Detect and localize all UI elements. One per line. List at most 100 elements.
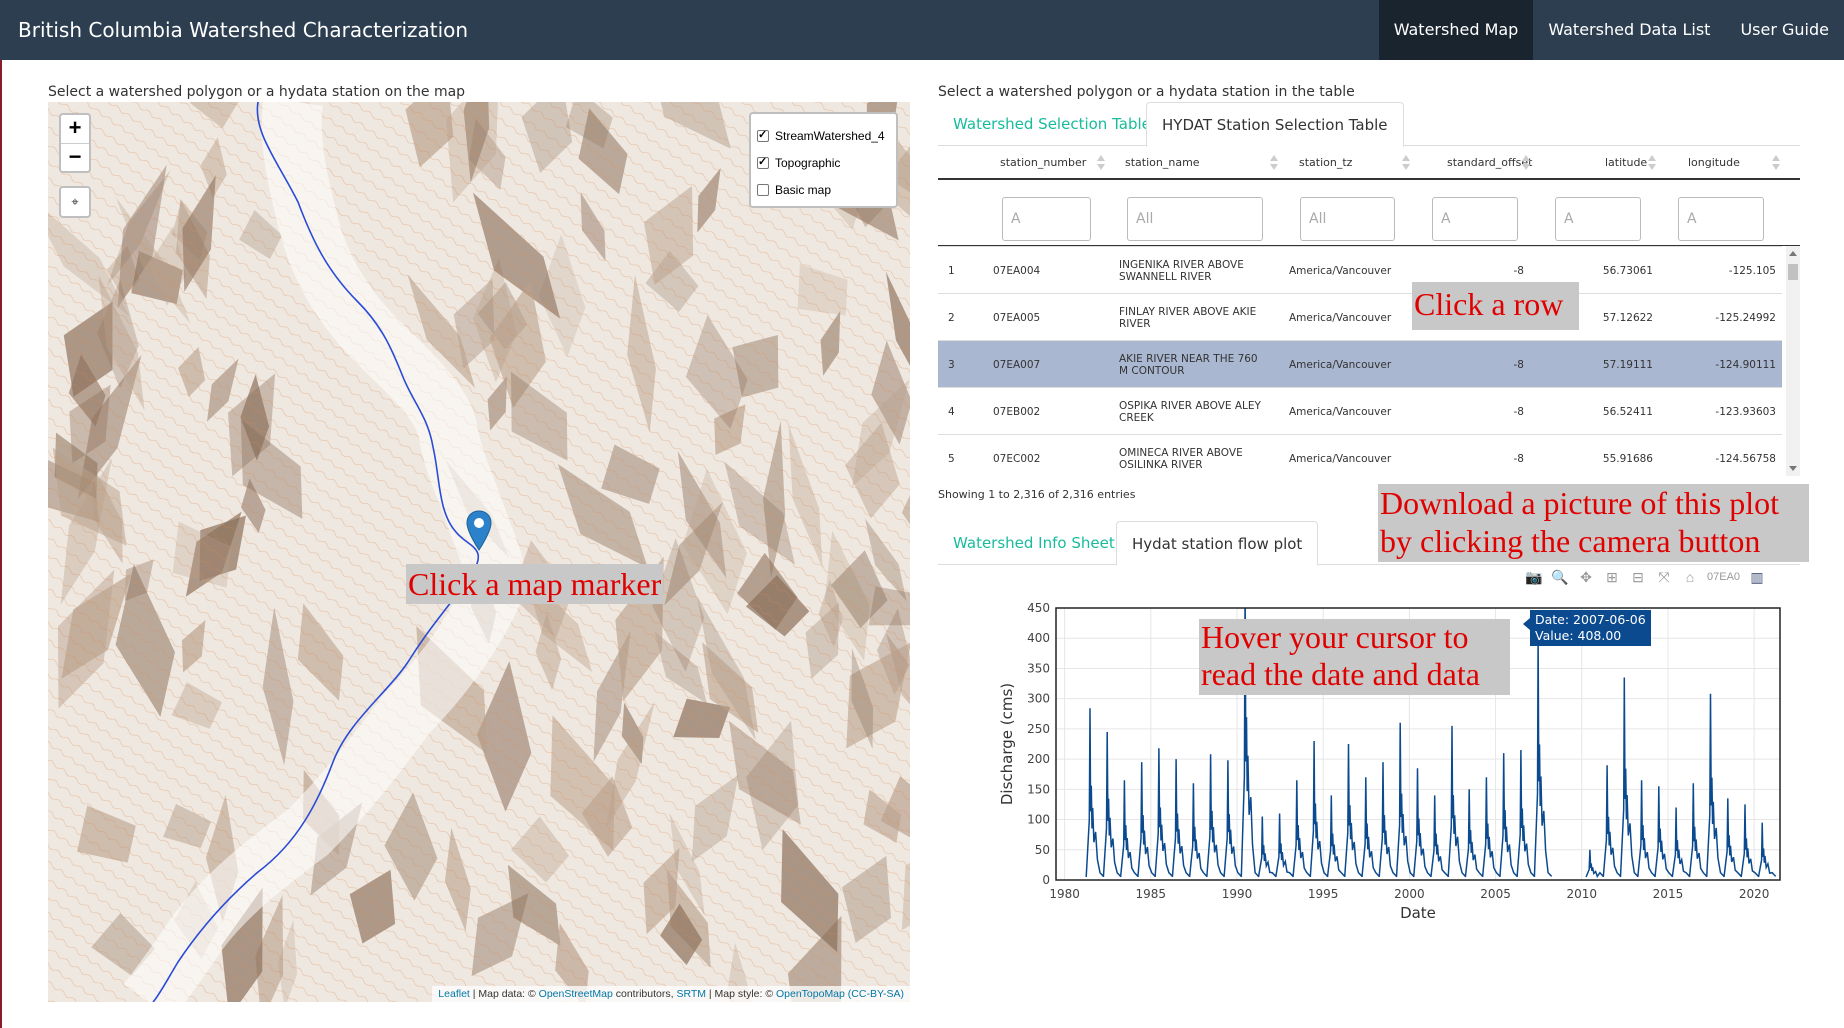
cell-longitude: -125.105 bbox=[1728, 264, 1776, 277]
col-header-latitude[interactable]: latitude bbox=[1605, 146, 1647, 180]
col-header-longitude[interactable]: longitude bbox=[1688, 146, 1740, 180]
filter-station-tz[interactable]: All bbox=[1300, 197, 1395, 241]
cell-station-number: 07EA005 bbox=[993, 311, 1041, 324]
callout-hover: Hover your cursor to read the date and d… bbox=[1199, 619, 1510, 695]
col-label: station_number bbox=[1000, 156, 1087, 169]
nav-tab-watershed-map[interactable]: Watershed Map bbox=[1378, 0, 1534, 60]
plotly-logo-icon[interactable]: ▥ bbox=[1748, 569, 1766, 586]
cell-standard-offset: -8 bbox=[1513, 358, 1524, 371]
y-tick-label: 250 bbox=[1027, 722, 1050, 736]
cell-station-number: 07EA007 bbox=[993, 358, 1041, 371]
x-tick-label: 1980 bbox=[1049, 887, 1080, 901]
tab-watershed-selection-table[interactable]: Watershed Selection Table bbox=[938, 102, 1166, 146]
terrain-layer bbox=[48, 102, 910, 1002]
cell-latitude: 55.91686 bbox=[1602, 452, 1653, 465]
attribution-text: | Map style: © bbox=[706, 988, 776, 1000]
tab-hydat-flow-plot[interactable]: Hydat station flow plot bbox=[1116, 521, 1319, 566]
camera-icon[interactable]: 📷 bbox=[1525, 569, 1543, 586]
filter-station-name[interactable]: All bbox=[1127, 197, 1263, 241]
layer-checkbox-1[interactable] bbox=[757, 128, 769, 142]
col-label: station_tz bbox=[1299, 156, 1353, 169]
zoom-control: + − bbox=[59, 113, 91, 173]
cell-longitude: -125.24992 bbox=[1715, 311, 1776, 324]
reset-view-icon[interactable]: ⌖ bbox=[59, 186, 91, 218]
sort-icon[interactable] bbox=[1772, 155, 1780, 171]
zoom-out-button[interactable]: − bbox=[61, 143, 89, 171]
zoom-in-icon[interactable]: ⊞ bbox=[1603, 569, 1621, 586]
y-axis-title: Discharge (cms) bbox=[998, 683, 1016, 805]
sort-icon[interactable] bbox=[1648, 155, 1656, 171]
callout-line: read the date and data bbox=[1201, 656, 1480, 692]
layer-control: StreamWatershed_4 Topographic Basic map bbox=[749, 112, 898, 208]
zoom-icon[interactable]: 🔍 bbox=[1551, 569, 1569, 586]
zoom-out-icon[interactable]: ⊟ bbox=[1629, 569, 1647, 586]
cell-standard-offset: -8 bbox=[1513, 452, 1524, 465]
station-marker-icon[interactable] bbox=[466, 510, 492, 552]
zoom-in-button[interactable]: + bbox=[61, 115, 89, 143]
cell-station-name: INGENIKA RIVER ABOVE SWANNELL RIVER bbox=[1119, 258, 1244, 283]
table-row[interactable]: 2 07EA005 FINLAY RIVER ABOVE AKIE RIVER Ame… bbox=[938, 293, 1782, 340]
cell-station-number: 07EA004 bbox=[993, 264, 1041, 277]
table-row[interactable]: 3 07EA007 AKIE RIVER NEAR THE 760 M CONTOU… bbox=[938, 340, 1782, 387]
col-header-station-number[interactable]: station_number bbox=[1000, 146, 1086, 180]
sort-icon[interactable] bbox=[1270, 155, 1278, 171]
hover-tooltip: Date: 2007-06-06 Value: 408.00 bbox=[1523, 610, 1651, 646]
nav-tab-user-guide[interactable]: User Guide bbox=[1725, 0, 1844, 60]
leaflet-map[interactable]: + − ⌖ StreamWatershed_4 Topographic Basi… bbox=[48, 102, 910, 1002]
filter-latitude[interactable]: A bbox=[1555, 197, 1641, 241]
nav-tab-watershed-data-list[interactable]: Watershed Data List bbox=[1533, 0, 1725, 60]
scroll-thumb[interactable] bbox=[1788, 264, 1798, 280]
pan-icon[interactable]: ✥ bbox=[1577, 569, 1595, 586]
filter-row: A All All A A A bbox=[938, 180, 1800, 246]
y-tick-label: 400 bbox=[1027, 631, 1050, 645]
cell-station-number: 07EB002 bbox=[993, 405, 1041, 418]
table-row[interactable]: 4 07EB002 OSPIKA RIVER ABOVE ALEY CREEK Ame… bbox=[938, 387, 1782, 434]
osm-link[interactable]: OpenStreetMap bbox=[539, 988, 613, 1000]
plot-modebar: 📷 🔍 ✥ ⊞ ⊟ ⤧ ⌂ 07EA0 ▥ bbox=[1525, 567, 1766, 587]
license-link[interactable]: (CC-BY-SA) bbox=[848, 988, 904, 1000]
col-header-standard-offset[interactable]: standard_offset bbox=[1447, 146, 1532, 180]
leaflet-link[interactable]: Leaflet bbox=[438, 988, 470, 1000]
srtm-link[interactable]: SRTM bbox=[676, 988, 706, 1000]
tab-hydat-station-selection-table[interactable]: HYDAT Station Selection Table bbox=[1146, 102, 1404, 147]
col-label: longitude bbox=[1688, 156, 1740, 169]
sort-icon[interactable] bbox=[1402, 155, 1410, 171]
sort-icon[interactable] bbox=[1522, 155, 1530, 171]
layer-basic-map[interactable]: Basic map bbox=[757, 176, 890, 203]
x-tick-label: 2000 bbox=[1394, 887, 1425, 901]
layer-topographic[interactable]: Topographic bbox=[757, 149, 890, 176]
layer-label: Topographic bbox=[775, 155, 841, 170]
scroll-up-icon[interactable] bbox=[1789, 251, 1797, 256]
col-header-station-name[interactable]: station_name bbox=[1125, 146, 1200, 180]
station-table: station_number station_name station_tz s… bbox=[938, 146, 1800, 476]
x-tick-label: 2015 bbox=[1653, 887, 1684, 901]
home-icon[interactable]: ⌂ bbox=[1681, 569, 1699, 585]
layer-streamwatershed[interactable]: StreamWatershed_4 bbox=[757, 122, 890, 149]
tab-watershed-info-sheet[interactable]: Watershed Info Sheet bbox=[938, 521, 1130, 565]
cell-station-number: 07EC002 bbox=[993, 452, 1041, 465]
y-tick-label: 450 bbox=[1027, 601, 1050, 615]
spike-lines-icon[interactable]: 07EA0 bbox=[1707, 571, 1740, 583]
page-edge bbox=[0, 60, 2, 1028]
filter-station-number[interactable]: A bbox=[1002, 197, 1091, 241]
autoscale-icon[interactable]: ⤧ bbox=[1655, 569, 1673, 586]
attribution-text: | Map data: © bbox=[469, 988, 539, 1000]
cell-latitude: 56.52411 bbox=[1602, 405, 1653, 418]
table-body: 1 07EA004 INGENIKA RIVER ABOVE SWANNELL RI… bbox=[938, 246, 1800, 476]
callout-map-marker: Click a map marker bbox=[406, 564, 664, 604]
table-row[interactable]: 5 07EC002 OMINECA RIVER ABOVE OSILINKA RIV… bbox=[938, 434, 1782, 476]
table-instruction: Select a watershed polygon or a hydata s… bbox=[938, 84, 1355, 100]
cell-station-tz: America/Vancouver bbox=[1289, 358, 1392, 371]
col-header-station-tz[interactable]: station_tz bbox=[1299, 146, 1352, 180]
layer-checkbox-2[interactable] bbox=[757, 155, 769, 169]
table-scrollbar[interactable] bbox=[1786, 246, 1800, 476]
table-row[interactable]: 1 07EA004 INGENIKA RIVER ABOVE SWANNELL RI… bbox=[938, 246, 1782, 293]
y-tick-label: 350 bbox=[1027, 661, 1050, 675]
filter-standard-offset[interactable]: A bbox=[1432, 197, 1518, 241]
opentopomap-link[interactable]: OpenTopoMap bbox=[776, 988, 845, 1000]
scroll-down-icon[interactable] bbox=[1789, 466, 1797, 471]
sort-icon[interactable] bbox=[1097, 155, 1105, 171]
filter-longitude[interactable]: A bbox=[1678, 197, 1764, 241]
attribution-text: contributors, bbox=[612, 988, 677, 1000]
layer-checkbox-3[interactable] bbox=[757, 183, 769, 196]
